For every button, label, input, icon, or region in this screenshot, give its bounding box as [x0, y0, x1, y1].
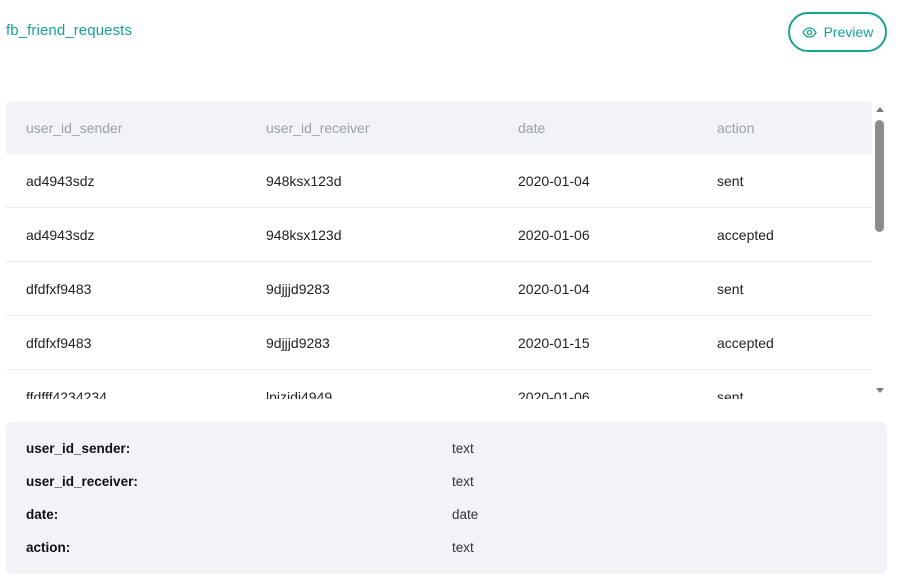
- cell-date: 2020-01-15: [518, 334, 590, 351]
- schema-field-row: user_id_sender: text: [6, 441, 887, 461]
- table-row: dfdfxf9483 9djjjd9283 2020-01-15 accepte…: [6, 316, 872, 370]
- column-header-user-id-sender[interactable]: user_id_sender: [26, 120, 123, 136]
- schema-field-name: date:: [26, 507, 59, 522]
- schema-panel: user_id_sender: text user_id_receiver: t…: [6, 422, 887, 574]
- cell-date: 2020-01-04: [518, 172, 590, 189]
- column-header-date[interactable]: date: [518, 120, 545, 136]
- cell-action: accepted: [717, 226, 774, 243]
- grid-header-row: user_id_sender user_id_receiver date act…: [6, 101, 872, 154]
- cell-action: sent: [717, 280, 744, 297]
- table-row: ffdfff4234234 lpjzjdi4949 2020-01-06 sen…: [6, 370, 872, 400]
- preview-button[interactable]: Preview: [788, 12, 887, 52]
- cell-user-id-receiver: 948ksx123d: [266, 226, 342, 243]
- cell-user-id-sender: dfdfxf9483: [26, 334, 92, 351]
- data-grid-viewport[interactable]: user_id_sender user_id_receiver date act…: [6, 101, 872, 399]
- preview-button-label: Preview: [823, 24, 874, 40]
- schema-field-name: user_id_sender:: [26, 441, 131, 456]
- schema-field-name: user_id_receiver:: [26, 474, 138, 489]
- cell-date: 2020-01-06: [518, 388, 590, 400]
- table-row: ad4943sdz 948ksx123d 2020-01-04 sent: [6, 154, 872, 208]
- schema-field-name: action:: [26, 540, 71, 555]
- vertical-scrollbar[interactable]: [874, 101, 888, 399]
- cell-user-id-receiver: 9djjjd9283: [266, 334, 330, 351]
- cell-user-id-receiver: 948ksx123d: [266, 172, 342, 189]
- data-grid: user_id_sender user_id_receiver date act…: [6, 101, 888, 399]
- cell-action: accepted: [717, 334, 774, 351]
- table-row: dfdfxf9483 9djjjd9283 2020-01-04 sent: [6, 262, 872, 316]
- cell-user-id-sender: dfdfxf9483: [26, 280, 92, 297]
- cell-action: sent: [717, 172, 744, 189]
- schema-field-type: text: [452, 441, 474, 456]
- cell-user-id-sender: ad4943sdz: [26, 226, 95, 243]
- schema-field-row: date: date: [6, 507, 887, 527]
- scroll-down-arrow-icon[interactable]: [876, 388, 884, 393]
- table-row: ad4943sdz 948ksx123d 2020-01-06 accepted: [6, 208, 872, 262]
- scrollbar-thumb[interactable]: [875, 120, 884, 232]
- schema-field-type: text: [452, 540, 474, 555]
- column-header-user-id-receiver[interactable]: user_id_receiver: [266, 120, 370, 136]
- cell-user-id-receiver: lpjzjdi4949: [266, 388, 333, 400]
- cell-user-id-sender: ad4943sdz: [26, 172, 95, 189]
- cell-user-id-sender: ffdfff4234234: [26, 388, 107, 400]
- schema-field-type: date: [452, 507, 479, 522]
- cell-date: 2020-01-04: [518, 280, 590, 297]
- schema-field-row: user_id_receiver: text: [6, 474, 887, 494]
- scroll-up-arrow-icon[interactable]: [876, 107, 884, 112]
- table-name-title: fb_friend_requests: [6, 22, 133, 39]
- cell-date: 2020-01-06: [518, 226, 590, 243]
- column-header-action[interactable]: action: [717, 120, 754, 136]
- eye-icon: [801, 26, 817, 38]
- schema-field-type: text: [452, 474, 474, 489]
- cell-action: sent: [717, 388, 744, 400]
- table-preview-page: fb_friend_requests Preview user_id_sende…: [0, 0, 902, 585]
- cell-user-id-receiver: 9djjjd9283: [266, 280, 330, 297]
- schema-field-row: action: text: [6, 540, 887, 560]
